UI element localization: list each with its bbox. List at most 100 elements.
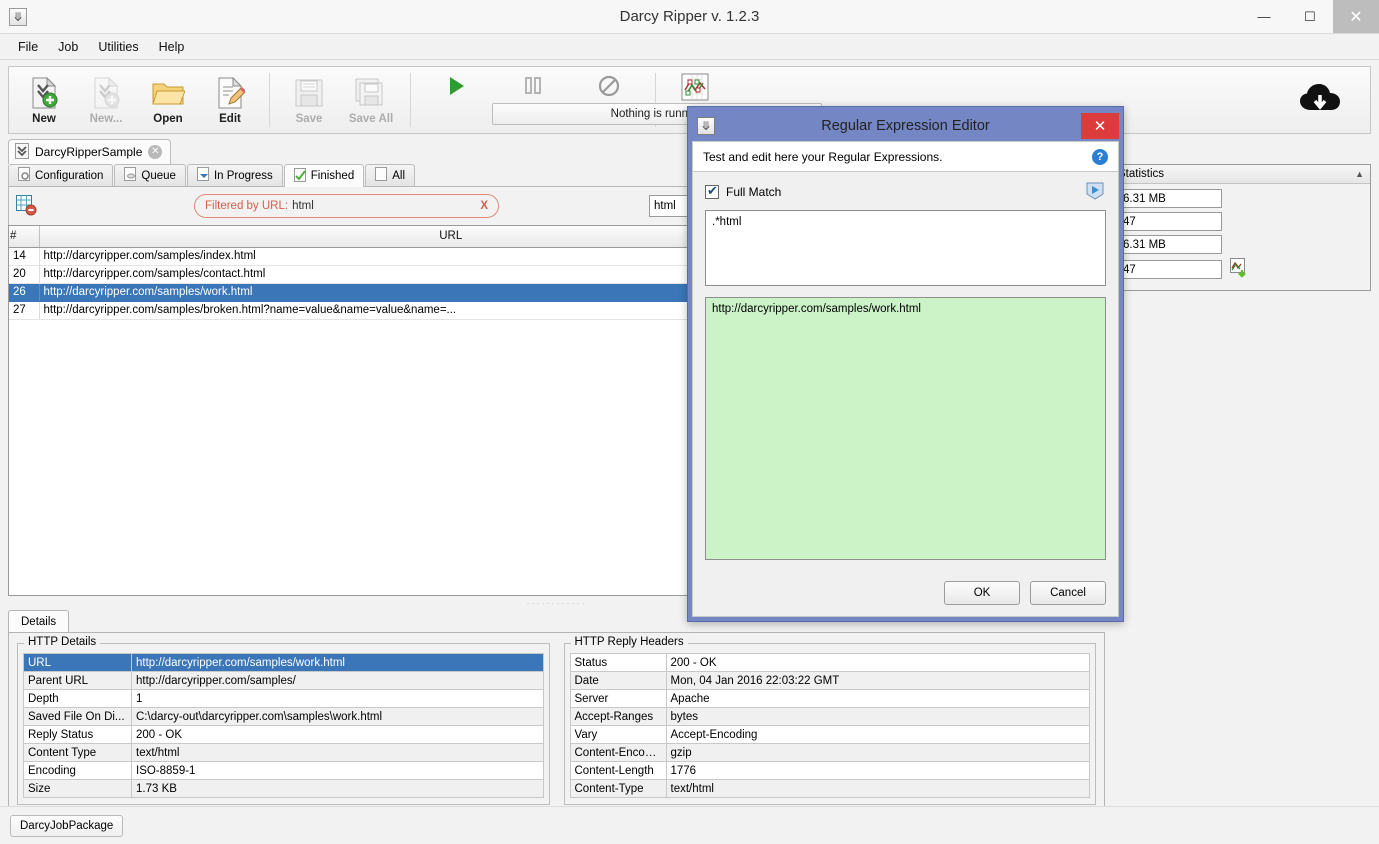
regex-input[interactable]: .*html (705, 210, 1106, 286)
reply-headers-group: HTTP Reply Headers Status 200 - OK Date … (563, 636, 1096, 805)
edit-pencil-icon (215, 76, 245, 110)
statistics-value: 47 (1118, 260, 1222, 279)
regular-expression-editor-dialog: ⤋ Regular Expression Editor ✕ Test and e… (687, 106, 1124, 622)
kv-row[interactable]: Content-Encoding gzip (569, 743, 1090, 762)
save-button[interactable]: Save (278, 67, 340, 133)
darcy-job-package-button[interactable]: DarcyJobPackage (10, 814, 124, 837)
cancel-button[interactable]: Cancel (1030, 581, 1106, 605)
right-pane: Statistics ▲ 6.31 MB 47 6.31 MB 47 (1111, 164, 1371, 806)
new-button[interactable]: New (13, 67, 75, 133)
menubar: File Job Utilities Help (0, 34, 1379, 60)
kv-row[interactable]: Content-Length 1776 (569, 761, 1090, 780)
close-button[interactable]: ✕ (1333, 0, 1379, 33)
open-button[interactable]: Open (137, 67, 199, 133)
run-regex-icon (1085, 181, 1105, 204)
kv-row[interactable]: Encoding ISO-8859-1 (23, 761, 544, 780)
kv-row[interactable]: Reply Status 200 - OK (23, 725, 544, 744)
kv-row[interactable]: Saved File On Di... C:\darcy-out\darcyri… (23, 707, 544, 726)
toolbar-separator-1 (269, 73, 270, 127)
window-titlebar: ⤋ Darcy Ripper v. 1.2.3 — ☐ ✕ (0, 0, 1379, 34)
filter-chip: Filtered by URL: html X (194, 194, 499, 218)
kv-row[interactable]: Size 1.73 KB (23, 779, 544, 798)
kv-row[interactable]: Status 200 - OK (569, 653, 1090, 672)
kv-value: http://darcyripper.com/samples/ (131, 671, 544, 690)
kv-key: Server (569, 689, 667, 708)
menu-utilities[interactable]: Utilities (88, 37, 148, 57)
job-tab-darcyrippersample[interactable]: DarcyRipperSample ✕ (8, 139, 172, 164)
kv-row[interactable]: Date Mon, 04 Jan 2016 22:03:22 GMT (569, 671, 1090, 690)
run-button[interactable] (419, 67, 495, 133)
statistics-header[interactable]: Statistics ▲ (1112, 165, 1370, 184)
filter-clear-button[interactable]: X (480, 200, 488, 212)
new-variant-button[interactable]: New... (75, 67, 137, 133)
kv-key: Content Type (23, 743, 132, 762)
menu-job[interactable]: Job (48, 37, 88, 57)
kv-row[interactable]: Server Apache (569, 689, 1090, 708)
dialog-body: Full Match .*html http://darcyripper.com… (693, 172, 1118, 570)
cloud-download-button[interactable] (1298, 67, 1370, 133)
new-variant-button-label: New... (89, 112, 123, 125)
tab-finished[interactable]: Finished (283, 164, 365, 187)
folder-open-icon (151, 76, 185, 110)
tab-queue[interactable]: Queue (114, 164, 186, 186)
help-question-icon[interactable]: ? (1092, 148, 1108, 165)
job-tab-close-icon[interactable]: ✕ (148, 145, 163, 159)
minimize-button[interactable]: — (1241, 0, 1287, 33)
filter-chip-label: Filtered by URL: (205, 200, 289, 212)
menu-help[interactable]: Help (149, 37, 195, 57)
save-button-label: Save (295, 112, 323, 125)
http-details-table: URL http://darcyripper.com/samples/work.… (23, 653, 544, 798)
kv-key: Date (569, 671, 667, 690)
kv-row[interactable]: Parent URL http://darcyripper.com/sample… (23, 671, 544, 690)
full-match-checkbox[interactable] (705, 183, 719, 199)
run-regex-button[interactable] (1084, 182, 1106, 202)
table-remove-icon[interactable] (15, 194, 37, 219)
statistics-row: 6.31 MB (1118, 189, 1364, 208)
tab-in-progress[interactable]: In Progress (186, 164, 283, 186)
in-progress-document-icon (196, 167, 209, 184)
toolbar-separator-2 (410, 73, 411, 127)
statistics-row: 6.31 MB (1118, 235, 1364, 254)
kv-key: Parent URL (23, 671, 132, 690)
chevron-up-icon[interactable]: ▲ (1355, 169, 1364, 179)
maximize-button[interactable]: ☐ (1287, 0, 1333, 33)
kv-key: Saved File On Di... (23, 707, 132, 726)
regex-result-area[interactable]: http://darcyripper.com/samples/work.html (705, 297, 1106, 560)
kv-row[interactable]: Content-Type text/html (569, 779, 1090, 798)
kv-value: Accept-Encoding (665, 725, 1090, 744)
cell-num: 20 (9, 265, 40, 284)
reply-headers-table: Status 200 - OK Date Mon, 04 Jan 2016 22… (569, 653, 1091, 798)
statistics-title: Statistics (1118, 168, 1165, 180)
tab-details[interactable]: Details (8, 610, 70, 632)
edit-button[interactable]: Edit (199, 67, 261, 133)
tab-finished-label: Finished (310, 170, 355, 182)
kv-row[interactable]: Depth 1 (23, 689, 544, 708)
cell-num: 27 (9, 301, 40, 320)
dialog-banner: Test and edit here your Regular Expressi… (693, 142, 1118, 172)
statistics-value: 6.31 MB (1118, 189, 1222, 208)
kv-row[interactable]: Accept-Ranges bytes (569, 707, 1090, 726)
statusbar: DarcyJobPackage (0, 806, 1379, 844)
kv-value: 1 (131, 689, 544, 708)
kv-value: http://darcyripper.com/samples/work.html (131, 653, 544, 672)
http-details-legend: HTTP Details (24, 636, 101, 648)
statistics-panel: Statistics ▲ 6.31 MB 47 6.31 MB 47 (1111, 164, 1371, 291)
tab-all[interactable]: All (365, 164, 415, 186)
export-chart-icon[interactable] (1230, 258, 1250, 281)
chart-statistics-icon (681, 73, 709, 104)
ok-button[interactable]: OK (944, 581, 1020, 605)
floppy-save-icon (294, 76, 324, 110)
kv-row-selected[interactable]: URL http://darcyripper.com/samples/work.… (23, 653, 544, 672)
cloud-download-icon (1298, 82, 1348, 119)
kv-value: text/html (131, 743, 544, 762)
kv-key: Reply Status (23, 725, 132, 744)
save-all-button[interactable]: Save All (340, 67, 402, 133)
kv-row[interactable]: Content Type text/html (23, 743, 544, 762)
column-header-num[interactable]: # (9, 226, 40, 248)
menu-file[interactable]: File (8, 37, 48, 57)
kv-row[interactable]: Vary Accept-Encoding (569, 725, 1090, 744)
tab-configuration[interactable]: Configuration (8, 164, 114, 186)
app-icon: ⤋ (9, 7, 27, 26)
tab-queue-label: Queue (141, 169, 176, 182)
floppy-save-all-icon (355, 76, 387, 110)
